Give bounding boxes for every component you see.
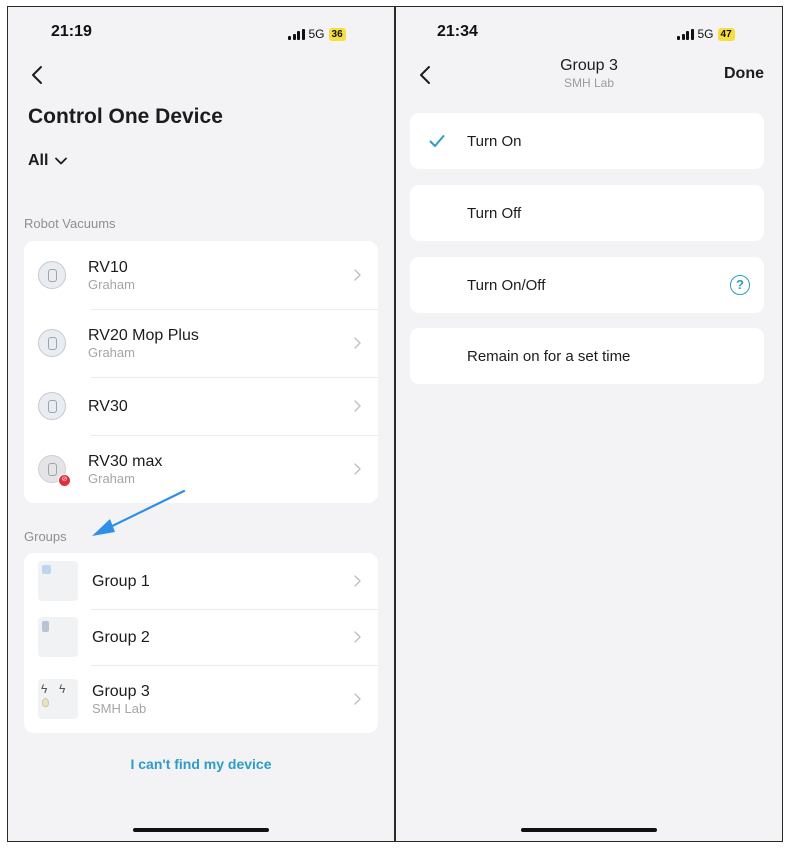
robot-vacuum-list: RV10 Graham RV20 Mop Plus Graham RV30 ⊘ …: [24, 241, 378, 503]
option-turn-on-off[interactable]: Turn On/Off ?: [410, 257, 764, 313]
option-label: Turn On/Off: [467, 276, 546, 294]
switch-bulb-icon: ϟϟ: [38, 679, 78, 719]
chevron-right-icon: [350, 630, 364, 644]
chevron-left-icon: [32, 66, 42, 84]
page-title: Control One Device: [28, 105, 223, 128]
done-button[interactable]: Done: [724, 65, 764, 83]
device-row-rv20-mop-plus[interactable]: RV20 Mop Plus Graham: [24, 309, 378, 377]
status-bar: 21:34 5G 47: [396, 21, 782, 45]
checkmark-icon: [428, 132, 446, 150]
status-time: 21:34: [437, 23, 478, 40]
back-button[interactable]: [26, 63, 50, 87]
chevron-right-icon: [350, 462, 364, 476]
robot-vacuum-icon: [38, 261, 66, 289]
signal-icon: [288, 28, 305, 40]
robot-vacuum-icon: ⊘: [38, 455, 71, 487]
sensor-icon: [38, 617, 78, 657]
chevron-right-icon: [350, 399, 364, 413]
chevron-right-icon: [350, 268, 364, 282]
network-type: 5G: [308, 27, 325, 41]
home-indicator[interactable]: [521, 828, 657, 832]
device-row-rv10[interactable]: RV10 Graham: [24, 241, 378, 309]
robot-vacuum-icon: [38, 329, 66, 357]
group-action-screen: 21:34 5G 47 Group 3 SMH Lab Done Turn On…: [396, 7, 782, 841]
section-header-groups: Groups: [24, 529, 67, 544]
option-label: Remain on for a set time: [467, 347, 631, 365]
device-owner: Graham: [88, 470, 135, 486]
device-name: RV20 Mop Plus: [88, 326, 199, 344]
home-indicator[interactable]: [133, 828, 269, 832]
section-header-robot-vacuums: Robot Vacuums: [24, 216, 116, 231]
device-owner: Graham: [88, 344, 135, 360]
device-name: RV30 max: [88, 452, 163, 470]
device-row-rv30-max[interactable]: ⊘ RV30 max Graham: [24, 435, 378, 503]
group-row-group-1[interactable]: Group 1: [24, 553, 378, 609]
robot-vacuum-icon: [38, 392, 66, 420]
battery-icon: 36: [328, 27, 346, 41]
control-one-device-screen: 21:19 5G 36 Control One Device All Robot…: [8, 7, 394, 841]
device-name: RV10: [88, 258, 128, 276]
option-label: Turn On: [467, 132, 522, 150]
status-time: 21:19: [51, 23, 92, 40]
chevron-right-icon: [350, 336, 364, 350]
device-row-rv30[interactable]: RV30: [24, 377, 378, 435]
filter-label: All: [28, 152, 49, 169]
chevron-down-icon: [55, 157, 68, 165]
signal-icon: [677, 28, 694, 40]
chevron-right-icon: [350, 574, 364, 588]
group-name: Group 3: [92, 682, 150, 700]
group-row-group-2[interactable]: Group 2: [24, 609, 378, 665]
cant-find-device-link[interactable]: I can't find my device: [8, 756, 394, 772]
battery-icon: 47: [717, 27, 735, 41]
group-list: Group 1 Group 2 ϟϟ Group 3 SMH Lab: [24, 553, 378, 733]
offline-badge-icon: ⊘: [58, 474, 71, 487]
device-owner: Graham: [88, 276, 135, 292]
option-turn-on[interactable]: Turn On: [410, 113, 764, 169]
annotation-arrow-icon: [92, 489, 186, 536]
screenshot-frame: 21:19 5G 36 Control One Device All Robot…: [7, 6, 783, 842]
group-location: SMH Lab: [92, 700, 147, 716]
help-icon[interactable]: ?: [730, 275, 750, 295]
plug-icon: [38, 561, 78, 601]
chevron-right-icon: [350, 692, 364, 706]
group-row-group-3[interactable]: ϟϟ Group 3 SMH Lab: [24, 665, 378, 733]
status-bar: 21:19 5G 36: [8, 21, 394, 45]
option-turn-off[interactable]: Turn Off: [410, 185, 764, 241]
status-indicators: 5G 47: [677, 27, 735, 41]
device-name: RV30: [88, 397, 128, 415]
option-remain-on-timer[interactable]: Remain on for a set time: [410, 328, 764, 384]
group-name: Group 1: [92, 572, 150, 590]
filter-dropdown[interactable]: All: [28, 152, 68, 170]
group-name: Group 2: [92, 628, 150, 646]
network-type: 5G: [697, 27, 714, 41]
option-label: Turn Off: [467, 204, 522, 222]
status-indicators: 5G 36: [288, 27, 346, 41]
